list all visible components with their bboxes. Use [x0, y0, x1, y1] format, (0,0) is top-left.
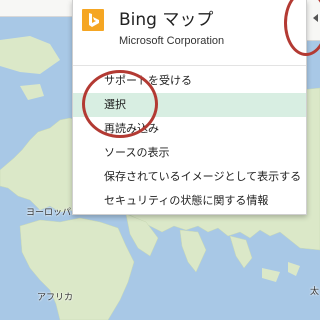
bing-logo-icon [82, 9, 104, 31]
app-publisher: Microsoft Corporation [119, 35, 225, 47]
divider [73, 65, 306, 66]
menu-item-view-as-saved-image[interactable]: 保存されているイメージとして表示する [73, 165, 306, 189]
browser-toolbar-strip [0, 0, 72, 17]
menu-item-security-info[interactable]: セキュリティの状態に関する情報 [73, 189, 306, 213]
app-title: Bing マップ [119, 10, 214, 30]
map-label-europe: ヨーロッパ [26, 208, 72, 218]
menu-item-view-source[interactable]: ソースの表示 [73, 141, 306, 165]
map-label-edge: 太 [310, 287, 320, 297]
app-header: Bing マップ Microsoft Corporation [73, 0, 306, 60]
map-label-africa: アフリカ [37, 293, 74, 303]
annotation-circle-select [82, 70, 158, 138]
